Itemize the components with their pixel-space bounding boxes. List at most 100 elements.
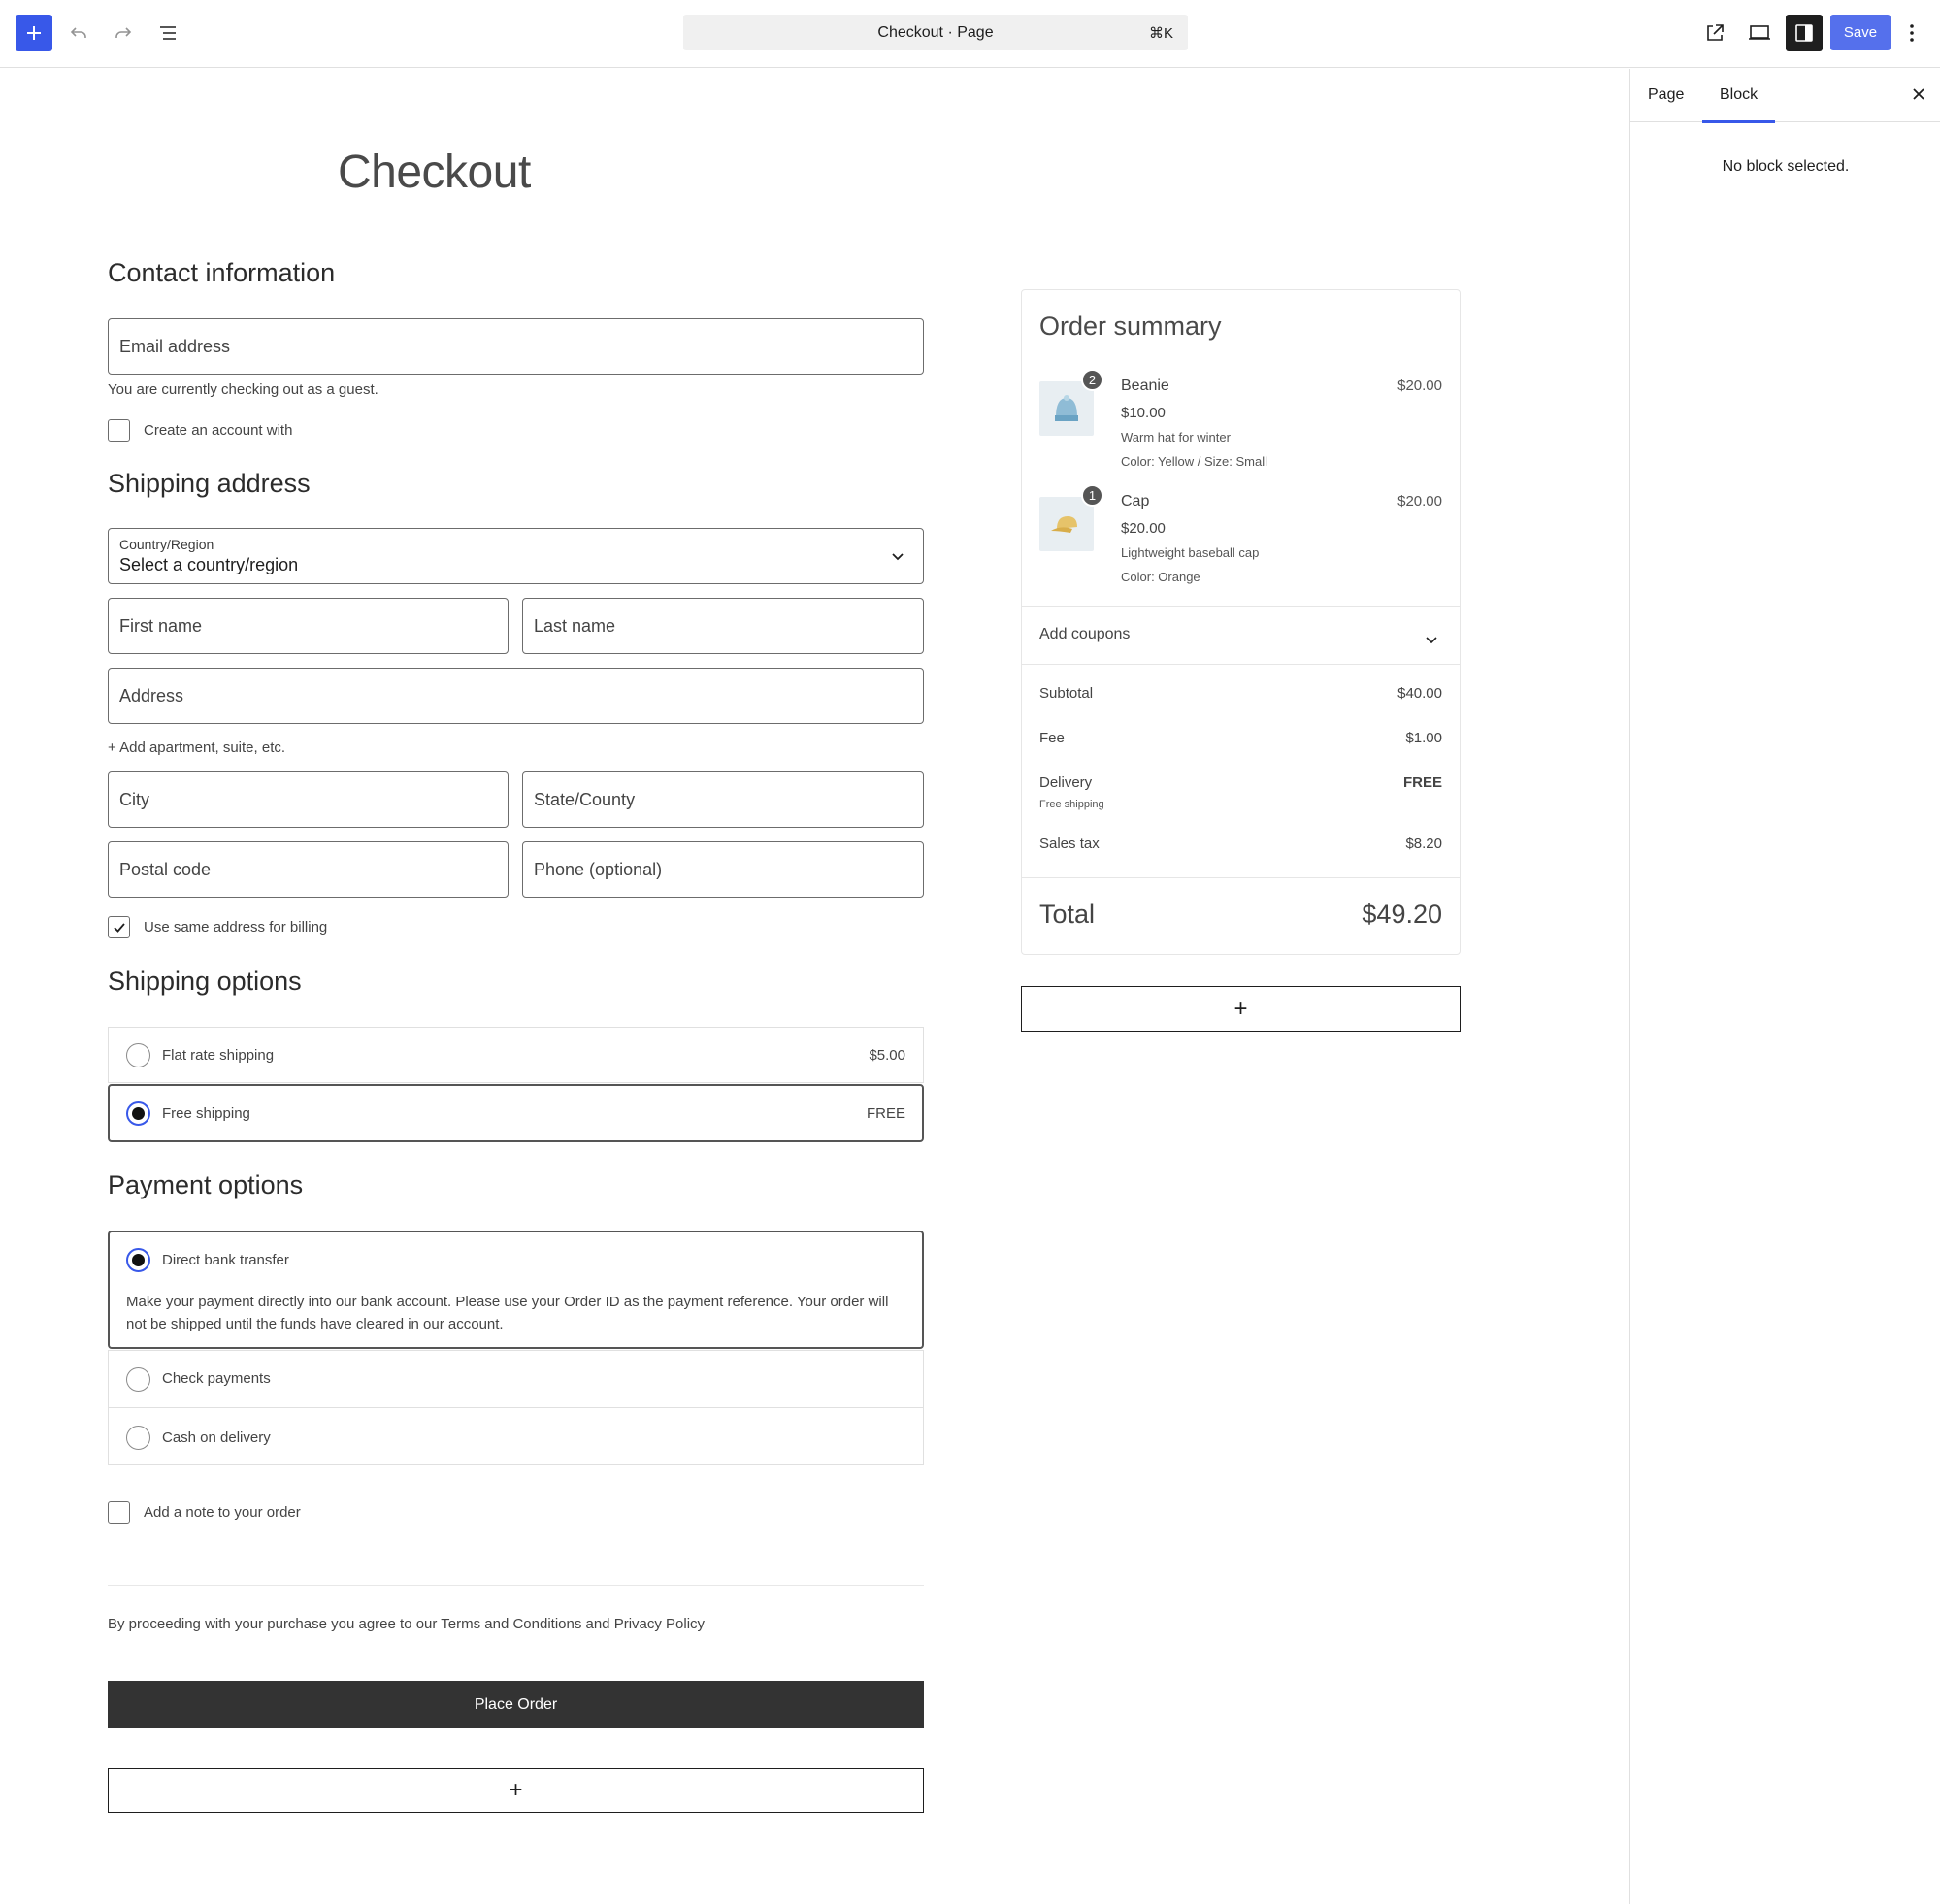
chevron-down-icon (892, 553, 904, 561)
cash-on-delivery-radio[interactable] (126, 1426, 150, 1450)
order-summary-title: Order summary (1039, 312, 1222, 341)
place-order-button[interactable]: Place Order (108, 1681, 924, 1728)
payment-option-bank-transfer[interactable]: Direct bank transfer Make your payment d… (108, 1231, 924, 1349)
flat-rate-label: Flat rate shipping (162, 1047, 275, 1064)
email-field[interactable]: Email address (108, 318, 924, 375)
list-view-icon (160, 26, 176, 40)
options-menu-button[interactable] (1900, 15, 1924, 51)
summary-divider (1022, 606, 1460, 607)
bank-transfer-radio[interactable] (126, 1248, 150, 1272)
delivery-value: FREE (1402, 774, 1442, 791)
undo-icon (70, 27, 86, 38)
order-note-checkbox[interactable] (108, 1501, 130, 1524)
external-link-icon (1707, 24, 1724, 41)
beanie-image (1039, 381, 1094, 436)
payment-option-cod[interactable]: Cash on delivery (108, 1407, 924, 1465)
sidebar-tabs: Page Block (1630, 69, 1940, 123)
bank-transfer-description: Make your payment directly into our bank… (126, 1294, 889, 1332)
country-label: Country/Region (119, 537, 214, 552)
tab-page[interactable]: Page (1648, 86, 1684, 104)
settings-sidebar-toggle[interactable] (1786, 15, 1823, 51)
country-select[interactable]: Country/Region Select a country/region (108, 528, 924, 584)
beanie-variation: Color: Yellow / Size: Small (1121, 454, 1268, 469)
order-summary[interactable]: Order summary 2 Beanie $10.00 Warm hat f… (1021, 289, 1461, 955)
last-name-placeholder: Last name (534, 615, 616, 636)
terms-text: By proceeding with your purchase you agr… (108, 1616, 706, 1632)
shipping-address-heading: Shipping address (108, 469, 311, 498)
order-note-label: Add a note to your order (144, 1504, 301, 1521)
undo-button[interactable] (60, 15, 97, 51)
shipping-option-free[interactable]: Free shipping FREE (108, 1084, 924, 1142)
cap-variation: Color: Orange (1121, 570, 1200, 584)
address-placeholder: Address (119, 685, 184, 706)
total-label: Total (1039, 900, 1096, 929)
phone-field[interactable]: Phone (optional) (522, 841, 924, 898)
shipping-options-heading: Shipping options (108, 967, 302, 996)
address-field[interactable]: Address (108, 668, 924, 724)
add-apartment-link[interactable]: + Add apartment, suite, etc. (108, 739, 285, 756)
create-account-checkbox[interactable] (108, 419, 130, 442)
cash-on-delivery-label: Cash on delivery (162, 1429, 271, 1446)
redo-button[interactable] (105, 15, 142, 51)
total-value: $49.20 (1362, 900, 1442, 929)
add-coupons-toggle[interactable]: Add coupons (1039, 626, 1130, 643)
check-payments-radio[interactable] (126, 1367, 150, 1392)
last-name-field[interactable]: Last name (522, 598, 924, 654)
fee-value: $1.00 (1405, 730, 1442, 746)
create-account-label: Create an account with (144, 422, 293, 439)
cap-qty-badge: 1 (1081, 484, 1103, 507)
subtotal-value: $40.00 (1397, 685, 1442, 702)
shipping-option-flat-rate[interactable]: Flat rate shipping $5.00 (108, 1027, 924, 1083)
fee-label: Fee (1039, 730, 1065, 746)
device-preview-button[interactable] (1741, 15, 1778, 51)
add-block-button-sidebar[interactable]: + (1021, 986, 1461, 1032)
check-payments-label: Check payments (162, 1370, 271, 1387)
first-name-field[interactable]: First name (108, 598, 509, 654)
cap-description: Lightweight baseball cap (1121, 545, 1260, 560)
list-view-button[interactable] (149, 15, 186, 51)
postal-code-field[interactable]: Postal code (108, 841, 509, 898)
document-title: Checkout · Page (877, 23, 994, 41)
free-shipping-price: FREE (866, 1105, 905, 1122)
delivery-label: Delivery (1039, 774, 1093, 791)
beanie-unit-price: $10.00 (1121, 405, 1166, 421)
close-icon (1913, 88, 1924, 100)
device-preview-icon (1749, 25, 1770, 40)
postal-code-placeholder: Postal code (119, 859, 212, 879)
free-shipping-label: Free shipping (162, 1105, 250, 1122)
settings-sidebar: Page Block No block selected. (1629, 69, 1940, 1904)
block-inserter-button[interactable] (16, 15, 52, 51)
chevron-down-icon[interactable] (1424, 632, 1439, 647)
cap-image (1039, 497, 1094, 551)
sales-tax-label: Sales tax (1039, 836, 1100, 852)
beanie-qty-badge: 2 (1081, 369, 1103, 391)
flat-rate-price: $5.00 (869, 1047, 905, 1064)
same-billing-checkbox[interactable] (108, 916, 130, 938)
same-billing-label: Use same address for billing (144, 919, 328, 936)
save-button[interactable]: Save (1830, 15, 1891, 50)
state-placeholder: State/County (534, 789, 636, 809)
free-shipping-radio[interactable] (126, 1101, 150, 1126)
keyboard-shortcut: ⌘K (1148, 25, 1173, 42)
city-field[interactable]: City (108, 771, 509, 828)
summary-divider (1022, 664, 1460, 665)
state-field[interactable]: State/County (522, 771, 924, 828)
summary-divider (1022, 877, 1460, 878)
payment-options-heading: Payment options (108, 1170, 304, 1199)
payment-option-check[interactable]: Check payments (108, 1350, 924, 1408)
sales-tax-value: $8.20 (1405, 836, 1442, 852)
country-value: Select a country/region (119, 555, 299, 574)
phone-placeholder: Phone (optional) (534, 859, 663, 879)
cap-total: $20.00 (1397, 493, 1442, 509)
view-page-button[interactable] (1696, 15, 1733, 51)
beanie-name: Beanie (1121, 378, 1169, 394)
tab-block[interactable]: Block (1701, 86, 1776, 123)
close-sidebar-button[interactable] (1912, 84, 1925, 107)
first-name-placeholder: First name (119, 615, 203, 636)
flat-rate-radio[interactable] (126, 1043, 150, 1067)
add-block-button-main[interactable]: + (108, 1768, 924, 1813)
plus-icon (27, 26, 41, 40)
page-title[interactable]: Checkout (338, 146, 531, 199)
more-vertical-icon (1910, 24, 1914, 42)
command-palette-bar[interactable]: Checkout · Page ⌘K (683, 15, 1188, 50)
